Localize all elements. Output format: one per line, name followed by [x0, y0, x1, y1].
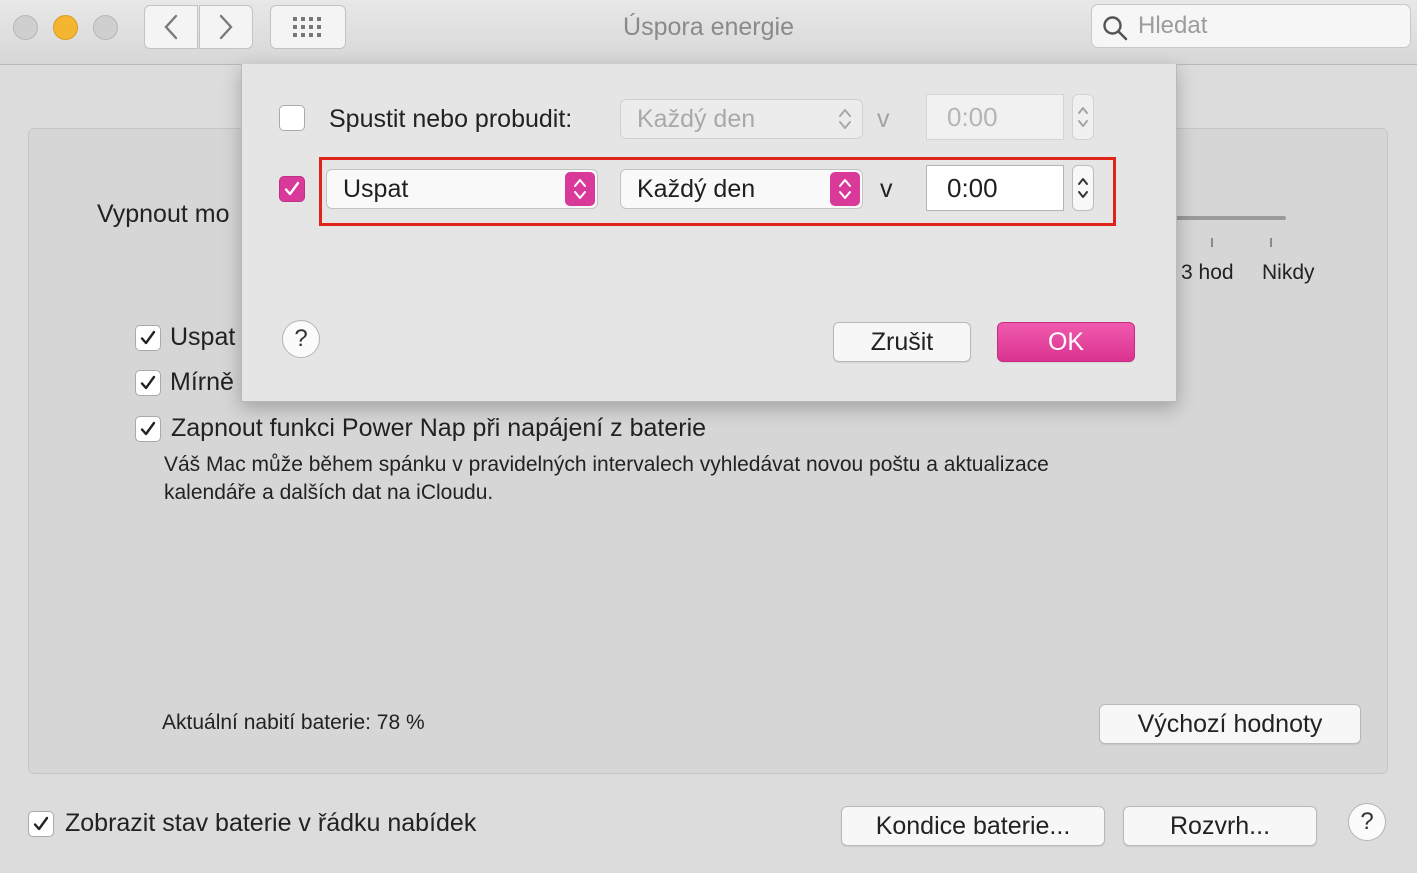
- slider-tick: [1211, 238, 1213, 247]
- help-icon: ?: [294, 325, 308, 352]
- sleep-option-label: Uspat: [170, 323, 236, 351]
- highlight-box: [319, 157, 1116, 226]
- dim-checkbox[interactable]: [135, 370, 161, 396]
- slider-tick-label: 3 hod: [1181, 261, 1234, 284]
- checkmark-icon: [140, 330, 156, 345]
- dialog-help-button[interactable]: ?: [282, 320, 320, 358]
- help-button[interactable]: ?: [1348, 803, 1386, 841]
- battery-level-text: Aktuální nabití baterie: 78 %: [162, 711, 425, 734]
- power-nap-checkbox[interactable]: [135, 416, 161, 442]
- sleep-schedule-checkbox[interactable]: [279, 176, 305, 202]
- updown-chevron-icon: [830, 102, 860, 136]
- turn-off-display-label: Vypnout mo: [97, 200, 230, 228]
- search-input[interactable]: [1138, 5, 1398, 47]
- schedule-dialog: Spustit nebo probudit: Každý den v 0:00 …: [241, 64, 1177, 402]
- startup-time-stepper[interactable]: [1072, 94, 1094, 140]
- startup-wake-label: Spustit nebo probudit:: [329, 105, 573, 133]
- power-nap-description: Váš Mac může během spánku v pravidelných…: [164, 453, 1049, 476]
- dim-option-label: Mírně: [170, 368, 234, 396]
- cancel-button[interactable]: Zrušit: [833, 322, 971, 362]
- schedule-button[interactable]: Rozvrh...: [1123, 806, 1317, 846]
- show-battery-status-label: Zobrazit stav baterie v řádku nabídek: [65, 809, 477, 837]
- search-icon: [1103, 16, 1128, 41]
- checkmark-icon: [140, 375, 156, 390]
- startup-frequency-select[interactable]: Každý den: [620, 99, 863, 139]
- slider-tick: [1270, 238, 1272, 247]
- startup-time-field[interactable]: 0:00: [926, 94, 1064, 140]
- ok-button[interactable]: OK: [997, 322, 1135, 362]
- checkmark-icon: [33, 816, 49, 831]
- restore-defaults-button[interactable]: Výchozí hodnoty: [1099, 704, 1361, 744]
- help-icon: ?: [1360, 808, 1374, 835]
- battery-health-button[interactable]: Kondice baterie...: [841, 806, 1105, 846]
- search-box[interactable]: [1091, 4, 1411, 48]
- checkmark-icon: [140, 421, 156, 436]
- show-battery-status-checkbox[interactable]: [28, 811, 54, 837]
- power-nap-description: kalendáře a dalších dat na iCloudu.: [164, 481, 494, 504]
- updown-chevron-icon: [1078, 107, 1088, 127]
- at-label: v: [877, 105, 890, 133]
- power-nap-label: Zapnout funkci Power Nap při napájení z …: [171, 414, 707, 442]
- checkmark-icon: [284, 181, 300, 196]
- slider-tick-label: Nikdy: [1262, 261, 1315, 284]
- title-bar: Úspora energie: [0, 0, 1417, 65]
- startup-frequency-value: Každý den: [637, 104, 756, 133]
- sleep-checkbox[interactable]: [135, 325, 161, 351]
- startup-wake-checkbox[interactable]: [279, 105, 305, 131]
